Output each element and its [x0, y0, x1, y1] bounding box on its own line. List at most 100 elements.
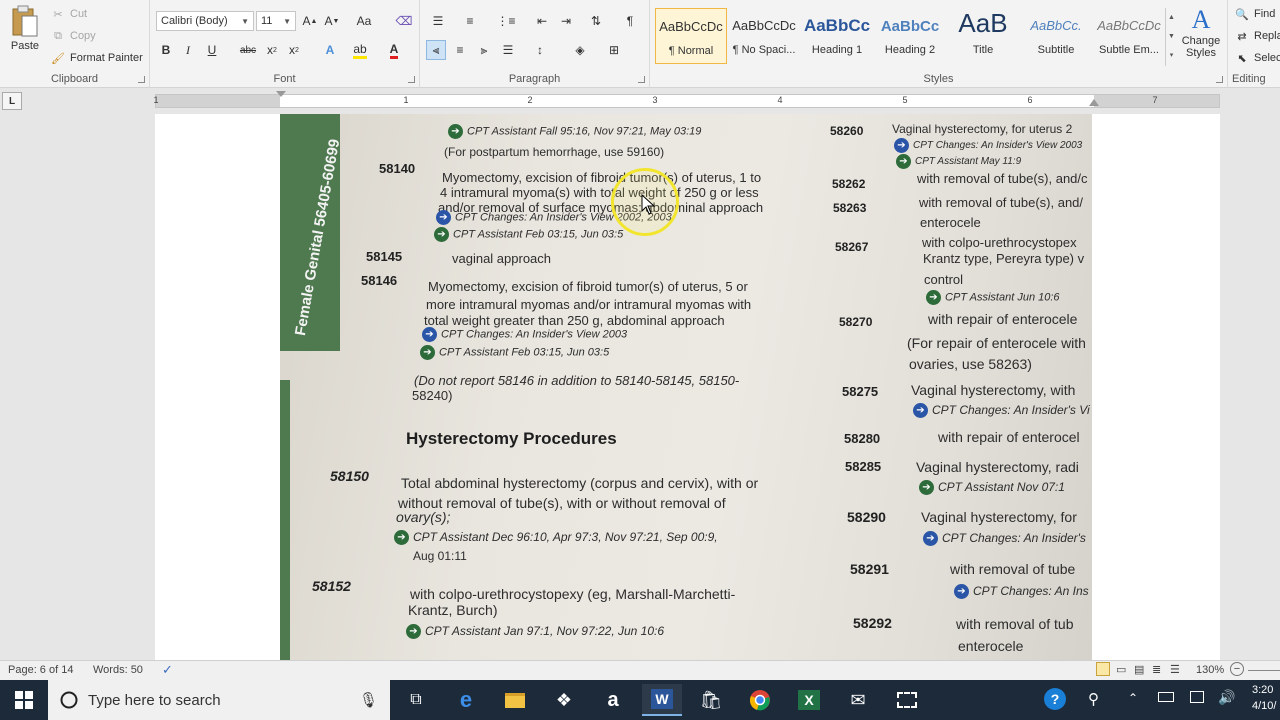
dropbox-icon[interactable]: ❖ [544, 684, 584, 716]
strikethrough-button[interactable]: abc [238, 40, 258, 60]
select-button[interactable]: ⬉ Selec [1234, 50, 1280, 66]
inserted-photo[interactable]: Female Genital 56405-60699 ➔ CPT Assistan… [280, 114, 1092, 660]
outline-view-icon[interactable]: ≣ [1152, 663, 1161, 676]
print-layout-view-icon[interactable] [1096, 662, 1110, 676]
clear-formatting-button[interactable]: ⌫ [394, 11, 414, 31]
style-title[interactable]: AaB Title [947, 8, 1019, 64]
multilevel-list-button[interactable]: ⋮≡ [496, 11, 516, 31]
font-size-select[interactable]: 11 ▼ [256, 11, 296, 31]
borders-button[interactable]: ⊞ [604, 40, 624, 60]
replace-icon: ⇄ [1237, 30, 1247, 43]
word-app-icon[interactable]: W [642, 684, 682, 716]
numbering-button[interactable]: ≡ [460, 11, 480, 31]
zoom-level[interactable]: 130% [1196, 664, 1224, 676]
zoom-slider[interactable] [1248, 670, 1280, 671]
paragraph-launcher-icon[interactable] [638, 76, 645, 83]
chevron-up-icon[interactable]: ⌃ [1128, 691, 1138, 705]
indent-marker[interactable] [276, 91, 286, 97]
mail-icon[interactable]: ✉ [838, 684, 878, 716]
change-styles-button[interactable]: A Change Styles [1178, 6, 1224, 60]
style-heading-2[interactable]: AaBbCc Heading 2 [874, 8, 946, 64]
battery-icon[interactable] [1158, 692, 1174, 702]
word-count[interactable]: Words: 50 [93, 664, 143, 676]
task-view-icon[interactable]: ⧉ [396, 684, 436, 716]
store-icon[interactable]: 🛍 [691, 684, 731, 716]
tab-selector[interactable]: L [2, 92, 22, 110]
text-effects-button[interactable]: A [320, 40, 340, 60]
cut-button[interactable]: ✂ Cut [50, 6, 87, 22]
styles-launcher-icon[interactable] [1216, 76, 1223, 83]
start-button[interactable] [0, 680, 48, 720]
superscript-button[interactable]: x2 [284, 40, 304, 60]
change-case-button[interactable]: Aa [354, 11, 374, 31]
people-icon[interactable]: ⚲ [1088, 690, 1099, 708]
taskbar-search-box[interactable]: Type here to search 🎙 [48, 680, 390, 720]
gallery-scroll[interactable]: ▲ ▼ ▾ [1165, 8, 1177, 66]
align-center-button[interactable]: ≡ [450, 40, 470, 60]
italic-button[interactable]: I [178, 40, 198, 60]
align-left-button[interactable]: ⫷ [426, 40, 446, 60]
shading-button[interactable]: ◈ [570, 40, 590, 60]
file-explorer-icon[interactable] [495, 684, 535, 716]
show-formatting-button[interactable]: ¶ [620, 11, 640, 31]
highlight-button[interactable]: ab [350, 40, 370, 60]
chrome-icon[interactable] [740, 684, 780, 716]
style-normal[interactable]: AaBbCcDc ¶ Normal [655, 8, 727, 64]
paste-button[interactable]: Paste [6, 4, 44, 52]
help-icon[interactable]: ? [1044, 688, 1066, 710]
proofing-icon[interactable]: ✓ [162, 662, 173, 678]
line-spacing-button[interactable]: ↕ [530, 40, 550, 60]
find-button[interactable]: 🔍 Find [1234, 6, 1275, 22]
increase-indent-button[interactable]: ⇥ [556, 11, 576, 31]
code-description: Vaginal hysterectomy, for [921, 509, 1077, 525]
clock-date[interactable]: 4/10/ [1252, 700, 1276, 712]
style-subtitle[interactable]: AaBbCc. Subtitle [1020, 8, 1092, 64]
sort-button[interactable]: ⇅ [586, 11, 606, 31]
right-indent-marker[interactable] [1089, 99, 1099, 106]
volume-icon[interactable]: 🔊 [1218, 689, 1235, 706]
replace-button[interactable]: ⇄ Repla [1234, 28, 1280, 44]
draft-view-icon[interactable]: ☰ [1170, 663, 1180, 676]
code-description: control [924, 272, 964, 287]
style-subtle-emphasis[interactable]: AaBbCcDc Subtle Em... [1093, 8, 1165, 64]
font-color-button[interactable]: A [384, 40, 404, 60]
page-count[interactable]: Page: 6 of 14 [8, 664, 73, 676]
code-description: with repair of enterocele [928, 311, 1078, 327]
snipping-tool-icon[interactable] [887, 684, 927, 716]
cpt-code: 58152 [312, 578, 351, 594]
format-painter-button[interactable]: 🖌 Format Painter [50, 50, 143, 66]
bold-button[interactable]: B [156, 40, 176, 60]
decrease-indent-button[interactable]: ⇤ [532, 11, 552, 31]
font-launcher-icon[interactable] [408, 76, 415, 83]
clipboard-launcher-icon[interactable] [138, 76, 145, 83]
bullets-button[interactable]: ☰ [428, 11, 448, 31]
arrow-right-icon: ➔ [394, 530, 409, 546]
zoom-out-icon[interactable]: − [1230, 662, 1244, 676]
font-group-label: Font [273, 73, 296, 85]
web-layout-view-icon[interactable]: ▤ [1134, 663, 1144, 676]
full-screen-view-icon[interactable]: ▭ [1116, 663, 1126, 676]
underline-button[interactable]: U [202, 40, 222, 60]
font-name-select[interactable]: Calibri (Body) ▼ [156, 11, 254, 31]
cpt-code: 58270 [839, 315, 873, 329]
style-no-spacing[interactable]: AaBbCcDc ¶ No Spaci... [728, 8, 800, 64]
scissors-icon: ✂ [53, 8, 63, 21]
style-heading-1[interactable]: AaBbCc Heading 1 [801, 8, 873, 64]
microphone-icon[interactable]: 🎙 [359, 691, 378, 709]
justify-button[interactable]: ☰ [498, 40, 518, 60]
network-icon[interactable] [1190, 691, 1204, 703]
grow-font-button[interactable]: A ▲ [300, 11, 320, 31]
align-right-button[interactable]: ⫸ [474, 40, 494, 60]
horizontal-ruler[interactable]: 1 1 2 3 4 5 6 7 [153, 91, 1220, 108]
clock-time[interactable]: 3:20 [1252, 684, 1273, 696]
ruler-number: 2 [527, 95, 533, 105]
amazon-icon[interactable]: a [593, 684, 633, 716]
excel-app-icon[interactable]: X [789, 684, 829, 716]
edge-browser-icon[interactable]: e [446, 684, 486, 716]
shrink-font-button[interactable]: A ▼ [322, 11, 342, 31]
windows-taskbar: Type here to search 🎙 ⧉ e ❖ a W 🛍 X ✉ ? … [0, 680, 1280, 720]
code-description: with removal of tube(s), and/c [917, 171, 1088, 186]
subscript-button[interactable]: x2 [262, 40, 282, 60]
ruler-number: 3 [652, 95, 658, 105]
copy-button[interactable]: ⧉ Copy [50, 28, 96, 44]
